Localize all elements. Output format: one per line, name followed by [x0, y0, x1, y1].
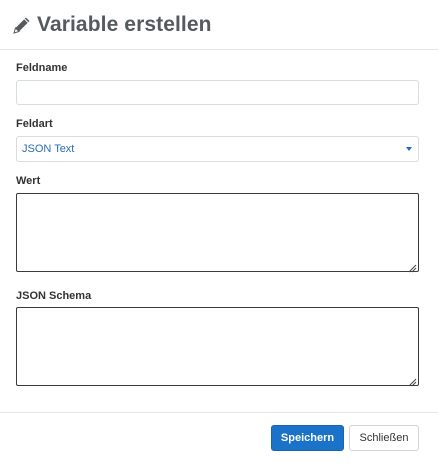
save-button[interactable]: Speichern — [271, 425, 344, 451]
fieldtype-selected-value: JSON Text — [22, 143, 75, 155]
resize-handle-icon[interactable] — [407, 260, 417, 273]
fieldname-input[interactable] — [16, 80, 419, 105]
schema-label: JSON Schema — [16, 290, 92, 302]
dialog-header: Variable erstellen — [0, 0, 438, 50]
dialog-title: Variable erstellen — [37, 12, 212, 36]
resize-handle-icon[interactable] — [407, 374, 417, 387]
fieldname-label: Feldname — [16, 62, 68, 74]
create-variable-dialog: Variable erstellen Feldname Feldart JSON… — [0, 0, 438, 468]
caret-down-icon — [406, 147, 412, 151]
value-textarea[interactable] — [16, 193, 419, 273]
pencil-icon — [11, 14, 33, 36]
fieldtype-select[interactable]: JSON Text — [16, 136, 419, 162]
close-button[interactable]: Schließen — [349, 425, 419, 451]
footer-divider — [0, 412, 438, 413]
schema-textarea[interactable] — [16, 307, 419, 387]
value-label: Wert — [16, 175, 41, 187]
fieldtype-label: Feldart — [16, 118, 53, 130]
